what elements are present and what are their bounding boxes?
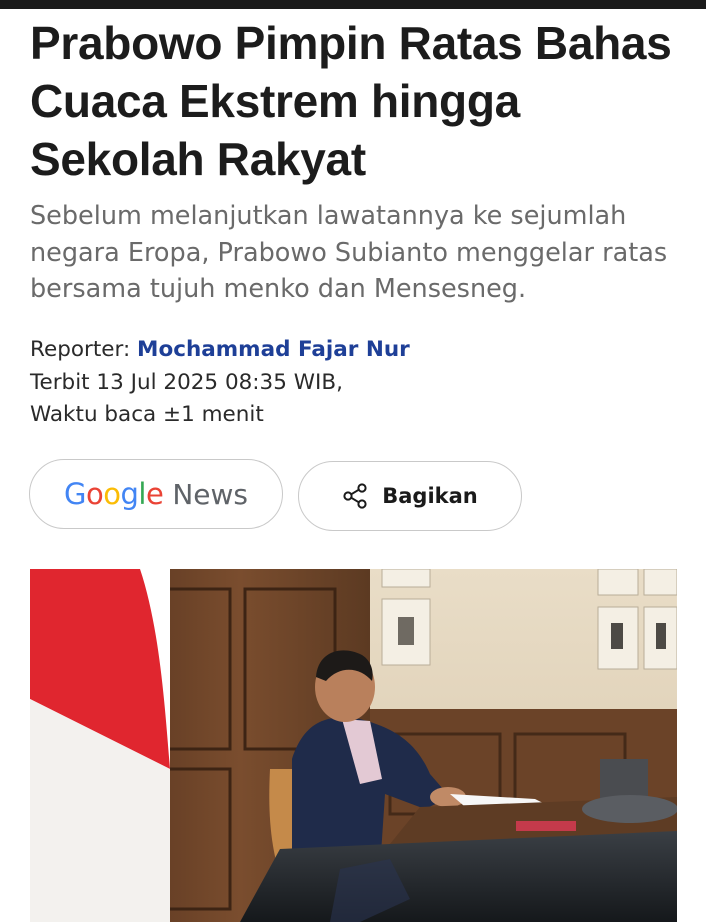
article-lead: Sebelum melanjutkan lawatannya ke sejuml… [30, 201, 668, 304]
reporter-line: Reporter: Mochammad Fajar Nur [30, 334, 690, 367]
google-logo-letter: g [120, 477, 139, 511]
article-photo[interactable] [30, 569, 677, 922]
article-headline: Prabowo Pimpin Ratas Bahas Cuaca Ekstrem… [30, 17, 672, 185]
share-label: Bagikan [382, 484, 478, 508]
google-logo-letter: o [103, 477, 121, 511]
google-logo: Google [64, 477, 164, 511]
article-photo-illustration [30, 569, 677, 922]
google-news-label: News [172, 477, 248, 511]
read-time: Waktu baca ±1 menit [30, 402, 264, 427]
share-button[interactable]: Bagikan [298, 461, 522, 531]
reporter-label: Reporter: [30, 337, 138, 362]
google-logo-letter: G [64, 477, 86, 511]
status-bar [0, 0, 706, 9]
google-logo-letter: l [138, 477, 146, 511]
google-logo-letter: e [145, 477, 164, 511]
google-news-button[interactable]: Google News [29, 459, 283, 529]
article-meta: Reporter: Mochammad Fajar Nur Terbit 13 … [30, 334, 690, 432]
google-logo-letter: o [85, 477, 104, 511]
publish-date: Terbit 13 Jul 2025 08:35 WIB, [30, 369, 343, 395]
reporter-link[interactable]: Mochammad Fajar Nur [137, 337, 410, 362]
share-icon [343, 483, 367, 509]
